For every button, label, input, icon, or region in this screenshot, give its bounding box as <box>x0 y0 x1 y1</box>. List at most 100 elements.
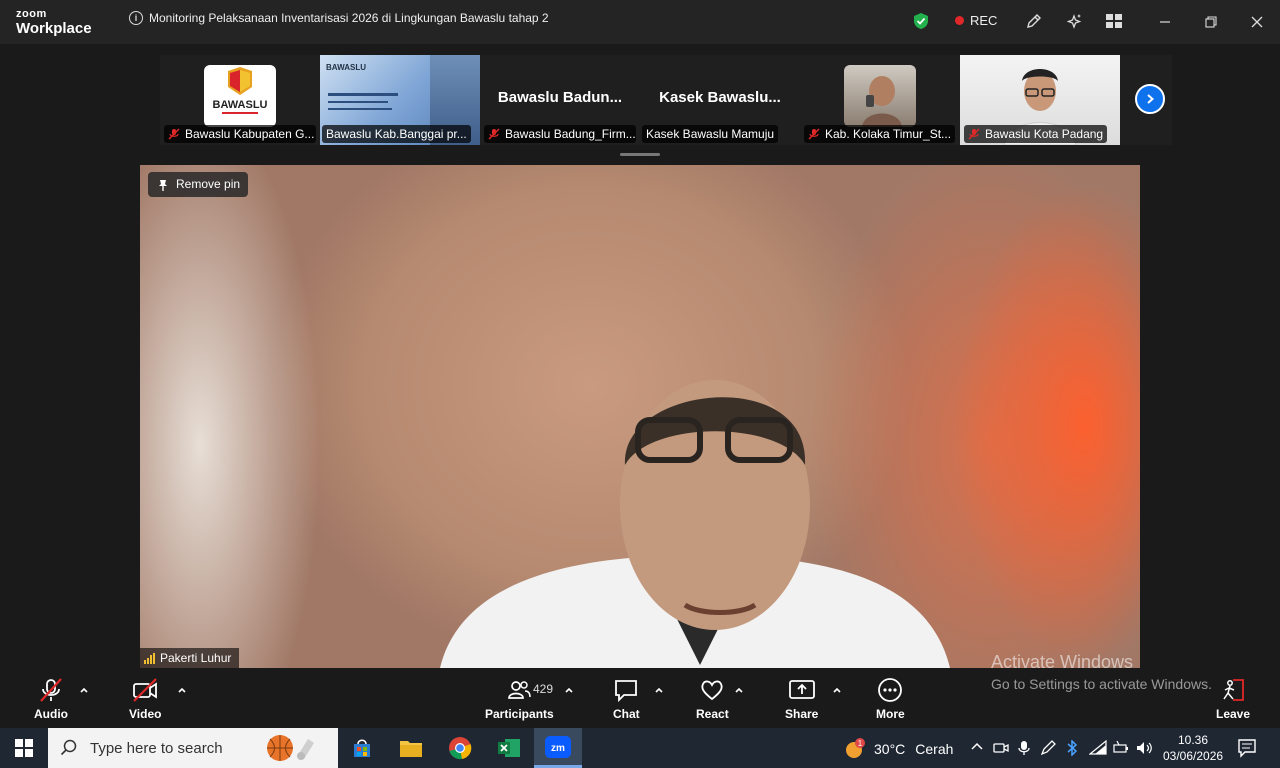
logo-brand-large: Workplace <box>16 20 92 37</box>
excel-icon <box>498 739 520 757</box>
pencil-icon <box>1027 14 1041 28</box>
muted-mic-icon <box>168 128 180 140</box>
pinned-video[interactable]: Remove pin Pakerti Luhur <box>140 165 1140 668</box>
share-button[interactable]: Share <box>785 676 818 721</box>
audio-options-chevron-icon[interactable] <box>79 686 89 694</box>
speaker-name-tag: Pakerti Luhur <box>140 648 240 668</box>
meeting-title: Monitoring Pelaksanaan Inventarisasi 202… <box>149 11 549 25</box>
react-button[interactable]: React <box>696 676 729 721</box>
bluetooth-icon[interactable] <box>1066 740 1078 756</box>
encryption-shield-icon[interactable] <box>913 12 929 35</box>
more-button[interactable]: More <box>876 676 905 721</box>
notification-center-icon[interactable] <box>1237 738 1257 758</box>
pen-workspace-icon[interactable] <box>1040 740 1056 756</box>
microphone-icon[interactable] <box>1017 740 1031 756</box>
participant-tile[interactable]: Bawaslu Badun... Bawaslu Badung_Firm... <box>480 55 640 145</box>
weather-badge: 1 <box>858 739 863 748</box>
recording-indicator[interactable]: REC <box>955 13 997 28</box>
taskbar-chrome[interactable] <box>436 728 484 768</box>
participants-count: 429 <box>533 682 554 696</box>
info-icon[interactable]: i <box>129 11 143 25</box>
share-screen-icon <box>788 680 815 699</box>
chrome-icon <box>449 737 472 760</box>
participant-name-tag: Bawaslu Kabupaten G... <box>164 125 316 143</box>
participant-tile[interactable]: BAWASLU Bawaslu Kabupaten G... <box>160 55 320 145</box>
taskbar-clock[interactable]: 10.36 03/06/2026 <box>1163 732 1223 764</box>
view-grid-button[interactable] <box>1099 6 1129 36</box>
meeting-area: BAWASLU Bawaslu Kabupaten G... BAWASLU B… <box>0 44 1280 668</box>
close-button[interactable] <box>1245 10 1269 34</box>
activate-windows-watermark: Activate Windows Go to Settings to activ… <box>991 652 1212 692</box>
participant-tile[interactable]: Kab. Kolaka Timur_St... <box>800 55 960 145</box>
video-options-chevron-icon[interactable] <box>177 686 187 694</box>
participant-name-tag: Kab. Kolaka Timur_St... <box>804 125 956 143</box>
speaker-name: Pakerti Luhur <box>160 651 232 665</box>
react-options-chevron-icon[interactable] <box>734 686 744 694</box>
participant-name: Bawaslu Badung_Firm... <box>505 127 636 141</box>
svg-text:zm: zm <box>551 743 565 754</box>
screen-share-text: BAWASLU <box>326 63 366 72</box>
participant-tile[interactable]: Kasek Bawaslu... Kasek Bawaslu Mamuju <box>640 55 800 145</box>
remove-pin-button[interactable]: Remove pin <box>148 172 249 197</box>
annotate-button[interactable] <box>1019 6 1049 36</box>
next-page-button[interactable] <box>1135 84 1165 114</box>
restore-button[interactable] <box>1199 10 1223 34</box>
muted-mic-icon <box>808 128 820 140</box>
microsoft-store-icon <box>354 739 370 757</box>
share-options-chevron-icon[interactable] <box>832 686 842 694</box>
ai-companion-button[interactable] <box>1059 6 1089 36</box>
participant-tile[interactable]: Bawaslu Kota Padang <box>960 55 1120 145</box>
participant-avatar <box>844 65 916 127</box>
weather-widget[interactable]: 1 30°C Cerah <box>842 737 953 761</box>
participant-name: Bawaslu Kota Padang <box>985 127 1104 141</box>
chat-button[interactable]: Chat <box>613 676 640 721</box>
video-button[interactable]: Video <box>129 676 161 721</box>
wifi-icon[interactable] <box>1089 740 1107 756</box>
muted-mic-icon <box>488 128 500 140</box>
remove-pin-label: Remove pin <box>176 177 241 191</box>
participant-tile[interactable]: BAWASLU Bawaslu Kab.Banggai pr... <box>320 55 480 145</box>
minimize-icon <box>1160 21 1170 23</box>
show-hidden-icons-chevron-icon[interactable] <box>970 740 984 754</box>
chat-options-chevron-icon[interactable] <box>654 686 664 694</box>
participant-name: Kab. Kolaka Timur_St... <box>825 127 952 141</box>
volume-icon[interactable] <box>1136 740 1154 756</box>
audio-button[interactable]: Audio <box>34 676 68 721</box>
leave-button[interactable]: Leave <box>1216 676 1250 721</box>
sparkle-icon <box>1066 14 1082 29</box>
recording-label: REC <box>970 13 998 28</box>
minimize-button[interactable] <box>1153 10 1177 34</box>
start-button[interactable] <box>0 728 48 768</box>
participant-name: Bawaslu Kab.Banggai pr... <box>326 127 467 141</box>
participant-name-tag: Bawaslu Kota Padang <box>964 125 1108 143</box>
taskbar-zoom[interactable]: zm <box>534 728 582 768</box>
watermark-line-2: Go to Settings to activate Windows. <box>991 676 1212 692</box>
participants-icon <box>508 681 532 699</box>
search-placeholder: Type here to search <box>90 739 223 757</box>
strip-resize-handle[interactable] <box>620 153 660 156</box>
recording-dot-icon <box>955 16 964 25</box>
zoom-app-icon: zm <box>545 735 571 758</box>
speaker-video-feed <box>440 380 950 668</box>
chat-icon <box>615 680 638 703</box>
battery-icon[interactable] <box>1113 740 1129 756</box>
taskbar-file-explorer[interactable] <box>387 728 435 768</box>
chat-label: Chat <box>613 707 640 721</box>
taskbar-store[interactable] <box>338 728 386 768</box>
participant-name: Bawaslu Kabupaten G... <box>185 127 315 141</box>
title-bar: zoom Workplace i Monitoring Pelaksanaan … <box>0 0 1280 44</box>
participants-label: Participants <box>485 707 554 721</box>
participant-name-tag: Bawaslu Badung_Firm... <box>484 125 636 143</box>
taskbar-excel[interactable] <box>485 728 533 768</box>
muted-mic-icon <box>40 678 62 702</box>
taskbar-search[interactable]: Type here to search <box>48 728 338 768</box>
grid-view-icon <box>1106 14 1122 28</box>
participants-options-chevron-icon[interactable] <box>564 686 574 694</box>
meet-now-icon[interactable] <box>993 740 1009 756</box>
audio-label: Audio <box>34 707 68 721</box>
search-icon <box>60 739 77 756</box>
clock-time: 10.36 <box>1177 733 1209 747</box>
weather-description: Cerah <box>915 741 954 757</box>
video-label: Video <box>129 707 162 721</box>
search-highlight-icon <box>267 735 314 761</box>
